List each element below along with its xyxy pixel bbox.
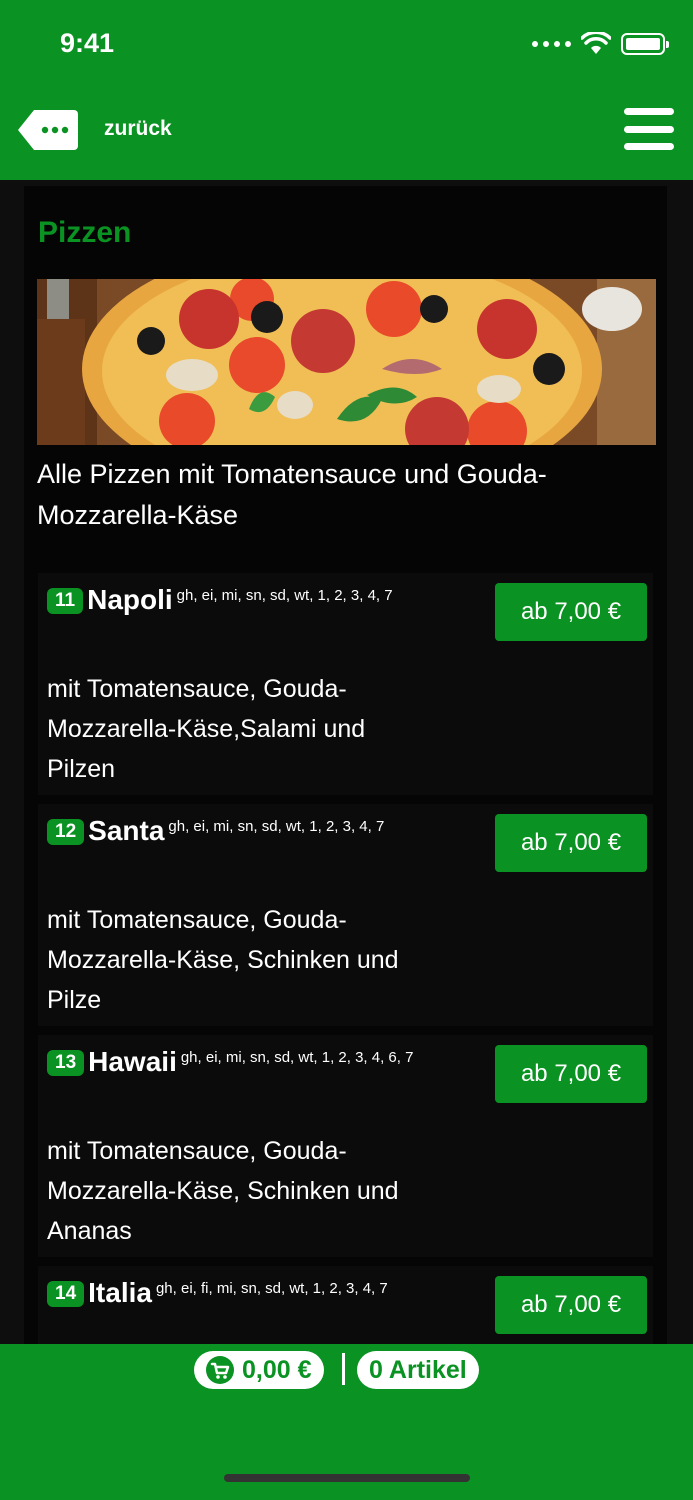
app-screen: 9:41 zurück Pizzen Alle Pizzen mit Tomat… xyxy=(0,0,693,1500)
item-description: mit Tomatensauce, Gouda-Mozzarella-Käse,… xyxy=(47,906,399,1014)
item-allergens: gh, ei, fi, mi, sn, sd, wt, 1, 2, 3, 4, … xyxy=(155,1280,388,1297)
cart-count-button[interactable]: 0 Artikel xyxy=(357,1351,479,1389)
section-title: Pizzen xyxy=(38,216,132,249)
item-allergens: gh, ei, mi, sn, sd, wt, 1, 2, 3, 4, 7 xyxy=(168,818,385,835)
item-heading: 14 Italia gh, ei, fi, mi, sn, sd, wt, 1, 2… xyxy=(47,1276,437,1309)
item-number: 11 xyxy=(47,588,84,614)
item-name: Santa xyxy=(88,815,165,846)
item-allergens: gh, ei, mi, sn, sd, wt, 1, 2, 3, 4, 6, 7 xyxy=(180,1049,414,1066)
header: 9:41 zurück xyxy=(0,0,693,180)
cart-total: 0,00 € xyxy=(242,1355,312,1384)
hamburger-icon[interactable] xyxy=(624,108,674,150)
item-name: Hawaii xyxy=(88,1046,177,1077)
menu-content: Pizzen Alle Pizzen mit Tomatensauce und … xyxy=(24,186,667,1344)
price-button[interactable]: ab 7,00 € xyxy=(495,1045,647,1103)
menu-item-hawaii[interactable]: 13 Hawaii gh, ei, mi, sn, sd, wt, 1, 2, 3,… xyxy=(38,1035,653,1257)
back-link[interactable]: zurück xyxy=(104,117,172,141)
item-heading: 13 Hawaii gh, ei, mi, sn, sd, wt, 1, 2, 3,… xyxy=(47,1045,437,1078)
cart-bar: 0,00 € 0 Artikel xyxy=(0,1344,693,1500)
status-icons xyxy=(532,30,669,58)
price-button[interactable]: ab 7,00 € xyxy=(495,814,647,872)
item-description: mit Tomatensauce, Gouda-Mozzarella-Käse,… xyxy=(47,1137,399,1245)
cart-total-button[interactable]: 0,00 € xyxy=(194,1351,324,1389)
menu-item-santa[interactable]: 12 Santa gh, ei, mi, sn, sd, wt, 1, 2, 3, … xyxy=(38,804,653,1026)
item-name: Napoli xyxy=(87,584,173,615)
item-heading: 12 Santa gh, ei, mi, sn, sd, wt, 1, 2, 3, … xyxy=(47,814,437,847)
price-button[interactable]: ab 7,00 € xyxy=(495,1276,647,1334)
item-number: 12 xyxy=(47,819,85,845)
signal-icon xyxy=(532,41,571,47)
pizza-banner-image xyxy=(37,279,656,445)
cart-icon xyxy=(206,1356,234,1384)
menu-item-napoli[interactable]: 11 Napoli gh, ei, mi, sn, sd, wt, 1, 2, 3,… xyxy=(38,573,653,795)
item-number: 14 xyxy=(47,1281,85,1307)
battery-icon xyxy=(621,33,669,55)
status-time: 9:41 xyxy=(60,28,115,58)
item-allergens: gh, ei, mi, sn, sd, wt, 1, 2, 3, 4, 7 xyxy=(176,587,393,604)
item-heading: 11 Napoli gh, ei, mi, sn, sd, wt, 1, 2, 3,… xyxy=(47,583,437,616)
item-description: mit Tomatensauce, Gouda-Mozzarella-Käse,… xyxy=(47,675,366,783)
divider xyxy=(342,1353,345,1385)
menu-item-italia[interactable]: 14 Italia gh, ei, fi, mi, sn, sd, wt, 1, 2… xyxy=(38,1266,653,1344)
section-intro: Alle Pizzen mit Tomatensauce und Gouda-M… xyxy=(37,459,547,530)
item-name: Italia xyxy=(88,1277,152,1308)
price-button[interactable]: ab 7,00 € xyxy=(495,583,647,641)
speech-bubble-back-icon[interactable] xyxy=(18,108,78,152)
home-indicator xyxy=(224,1474,470,1482)
cart-count: 0 Artikel xyxy=(369,1355,467,1384)
wifi-icon xyxy=(581,32,611,54)
item-number: 13 xyxy=(47,1050,85,1076)
